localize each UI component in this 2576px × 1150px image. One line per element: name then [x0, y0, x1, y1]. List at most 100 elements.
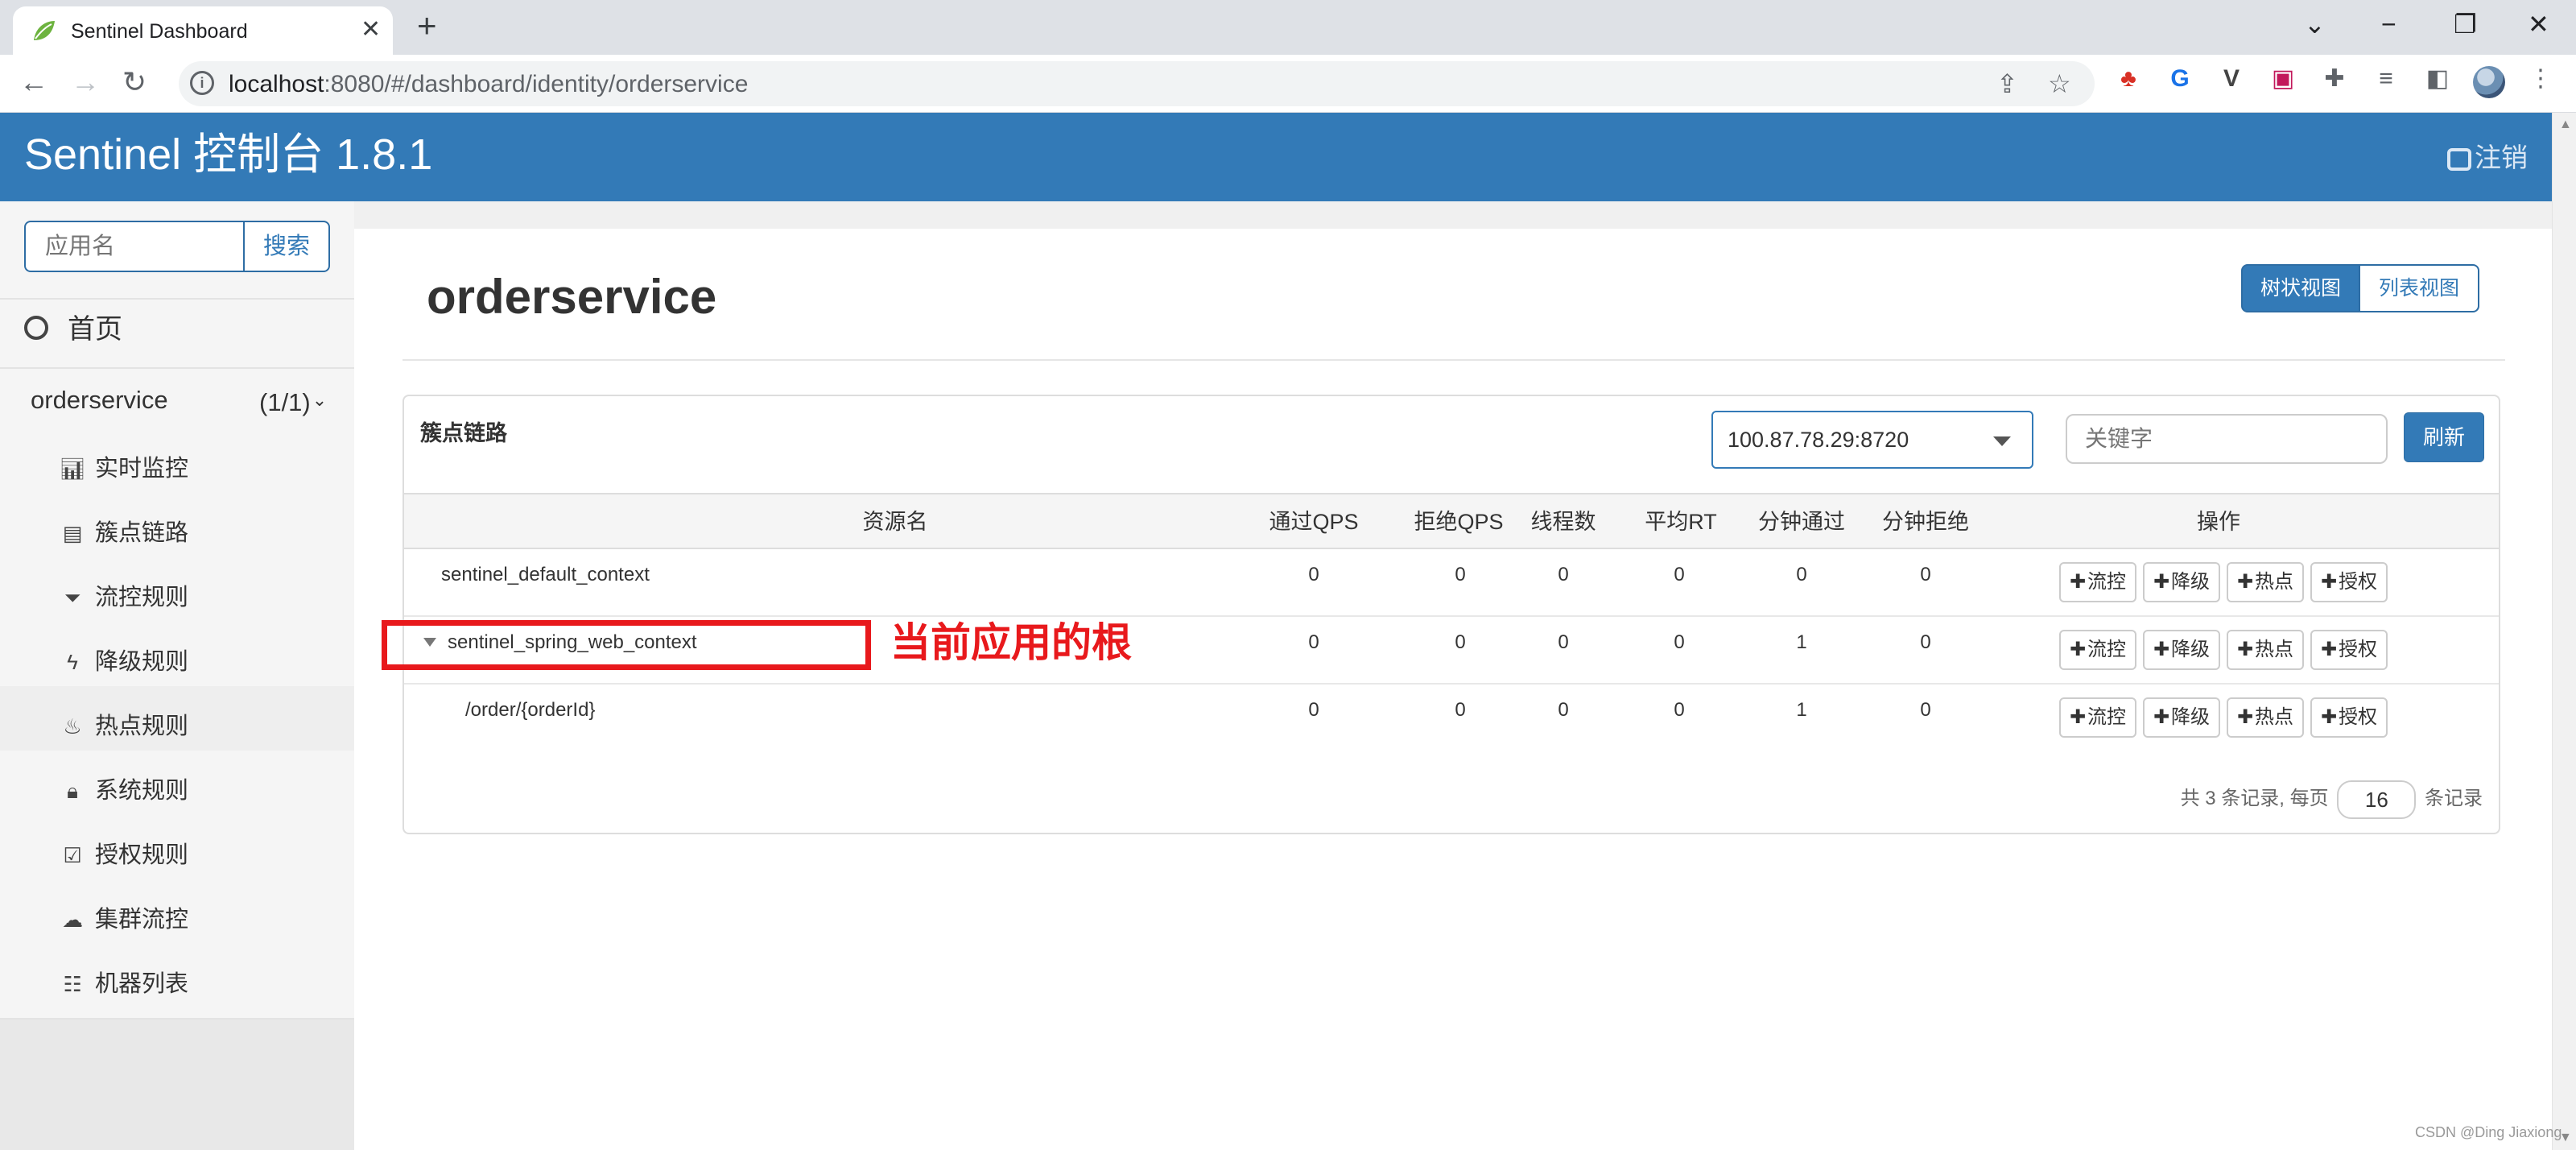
machine-select-value: 100.87.78.29:8720: [1728, 428, 1909, 452]
tab-title: Sentinel Dashboard: [71, 20, 248, 43]
sidebar-item-machine-list[interactable]: ☷ 机器列表: [58, 968, 188, 1000]
sidebar-item-cluster-link[interactable]: ▤ 簇点链路: [58, 517, 188, 549]
main-content: orderservice 树状视图 列表视图 簇点链路 100.87.78.29…: [354, 229, 2552, 1150]
add-flow-rule-button[interactable]: ✚流控: [2059, 562, 2136, 602]
translate-extension-icon[interactable]: G: [2165, 64, 2194, 93]
minute-block: 0: [1920, 699, 1931, 721]
caret-down-icon: [1993, 436, 2011, 446]
reading-list-icon[interactable]: ≡: [2372, 64, 2401, 93]
title-divider: [402, 359, 2505, 361]
sidebar-item-hotspot-rules[interactable]: ♨ 热点规则: [58, 710, 188, 743]
app-search-button[interactable]: 搜索: [243, 221, 330, 272]
app-search-input[interactable]: [24, 221, 245, 272]
plus-icon: ✚: [2236, 706, 2254, 728]
add-hotspot-rule-button[interactable]: ✚热点: [2227, 697, 2304, 738]
plus-icon: ✚: [2153, 639, 2170, 660]
add-degrade-rule-button[interactable]: ✚降级: [2143, 630, 2220, 670]
flash-icon: ϟ: [67, 650, 78, 674]
table-row[interactable]: sentinel_default_context 0 0 0 0 0 0 ✚流控…: [404, 549, 2499, 617]
address-bar[interactable]: i localhost:8080/#/dashboard/identity/or…: [179, 61, 2095, 106]
scroll-up-icon[interactable]: ▲: [2559, 118, 2572, 132]
extension-icon-4[interactable]: ▣: [2268, 64, 2297, 93]
filter-icon: ⏷: [64, 585, 81, 610]
keyword-search-input[interactable]: [2066, 414, 2388, 464]
chevron-down-icon: ⌄: [312, 390, 328, 410]
avg-rt: 0: [1674, 699, 1685, 721]
avg-rt: 0: [1674, 564, 1685, 585]
browser-menu-icon[interactable]: ⋮: [2526, 64, 2555, 93]
pager-prefix: 共 3 条记录, 每页: [2180, 788, 2329, 809]
plus-icon: ✚: [2320, 639, 2338, 660]
side-panel-icon[interactable]: ◧: [2423, 64, 2452, 93]
app-header: Sentinel 控制台 1.8.1 注销: [0, 113, 2552, 201]
sidebar-app-name[interactable]: orderservice: [31, 382, 168, 419]
column-header: 分钟拒绝: [1882, 510, 1969, 534]
list-view-button[interactable]: 列表视图: [2359, 264, 2479, 312]
page-scrollbar[interactable]: ▲ ▼: [2552, 113, 2576, 1150]
share-icon[interactable]: ⇪: [1996, 69, 2018, 98]
sidebar-divider: [0, 367, 354, 369]
add-hotspot-rule-button[interactable]: ✚热点: [2227, 630, 2304, 670]
check-icon: ☑: [63, 843, 82, 867]
minimize-icon[interactable]: −: [2381, 8, 2396, 40]
brand-title[interactable]: Sentinel 控制台 1.8.1: [24, 129, 432, 180]
sidebar-item-authority-rules[interactable]: ☑ 授权规则: [58, 839, 188, 871]
sidebar-item-label: 流控规则: [95, 585, 189, 610]
extensions-puzzle-icon[interactable]: ✚: [2320, 64, 2349, 93]
logout-label: 注销: [2475, 143, 2528, 172]
add-authority-rule-button[interactable]: ✚授权: [2310, 562, 2388, 602]
column-header: 平均RT: [1645, 510, 1717, 534]
sidebar-home-label: 首页: [68, 314, 122, 345]
machine-select[interactable]: 100.87.78.29:8720: [1711, 411, 2033, 469]
table-row[interactable]: /order/{orderId} 0 0 0 0 1 0 ✚流控 ✚降级 ✚热点…: [404, 685, 2499, 752]
sidebar-item-home[interactable]: 首页: [24, 311, 122, 348]
vue-extension-icon[interactable]: V: [2217, 64, 2246, 93]
bookmark-star-icon[interactable]: ☆: [2048, 69, 2071, 98]
sidebar-item-realtime-monitor[interactable]: 📊︎ 实时监控: [58, 453, 188, 485]
add-degrade-rule-button[interactable]: ✚降级: [2143, 562, 2220, 602]
sidebar-item-system-rules[interactable]: 🔒︎ 系统规则: [58, 775, 188, 807]
page-size-input[interactable]: 16: [2337, 780, 2417, 819]
column-header: 拒绝QPS: [1414, 510, 1504, 534]
tree-view-button[interactable]: 树状视图: [2241, 264, 2360, 312]
pager-suffix: 条记录: [2425, 788, 2483, 809]
close-window-icon[interactable]: ✕: [2528, 8, 2549, 40]
annotation-highlight-box: [382, 620, 871, 670]
sidebar-item-degrade-rules[interactable]: ϟ 降级规则: [58, 646, 188, 678]
refresh-button[interactable]: 刷新: [2404, 412, 2484, 462]
thread-count: 0: [1558, 631, 1569, 653]
sidebar-item-flow-rules[interactable]: ⏷ 流控规则: [58, 581, 188, 614]
reload-icon[interactable]: ↻: [122, 66, 147, 98]
tab-search-icon[interactable]: ⌄: [2304, 8, 2326, 40]
sidebar-item-cluster-flow[interactable]: ☁ 集群流控: [58, 904, 188, 936]
minute-pass: 0: [1796, 564, 1807, 585]
plus-icon: ✚: [2153, 571, 2170, 593]
thread-count: 0: [1558, 699, 1569, 721]
back-icon[interactable]: ←: [19, 66, 48, 98]
add-hotspot-rule-button[interactable]: ✚热点: [2227, 562, 2304, 602]
sidebar-item-label: 簇点链路: [95, 520, 189, 546]
add-authority-rule-button[interactable]: ✚授权: [2310, 697, 2388, 738]
extension-icon-1[interactable]: ♣: [2114, 64, 2143, 93]
logout-link[interactable]: 注销: [2447, 142, 2528, 174]
column-header: 分钟通过: [1758, 510, 1845, 534]
browser-tab[interactable]: Sentinel Dashboard ✕: [13, 6, 393, 55]
logout-icon: [2447, 148, 2471, 172]
add-flow-rule-button[interactable]: ✚流控: [2059, 630, 2136, 670]
page-title: orderservice: [427, 270, 717, 324]
add-flow-rule-button[interactable]: ✚流控: [2059, 697, 2136, 738]
plus-icon: ✚: [2069, 706, 2087, 728]
sidebar-item-label: 实时监控: [95, 456, 189, 482]
site-info-icon[interactable]: i: [190, 71, 214, 95]
new-tab-icon[interactable]: +: [417, 8, 437, 43]
minute-pass: 1: [1796, 699, 1807, 721]
add-degrade-rule-button[interactable]: ✚降级: [2143, 697, 2220, 738]
restore-icon[interactable]: ❐: [2454, 8, 2477, 40]
forward-icon[interactable]: →: [71, 66, 100, 98]
profile-avatar[interactable]: [2473, 66, 2505, 98]
sidebar-item-label: 系统规则: [95, 778, 189, 804]
add-authority-rule-button[interactable]: ✚授权: [2310, 630, 2388, 670]
sidebar-app-count[interactable]: (1/1)⌄: [259, 382, 327, 421]
tab-close-icon[interactable]: ✕: [361, 18, 381, 42]
url-text[interactable]: localhost:8080/#/dashboard/identity/orde…: [229, 71, 748, 98]
